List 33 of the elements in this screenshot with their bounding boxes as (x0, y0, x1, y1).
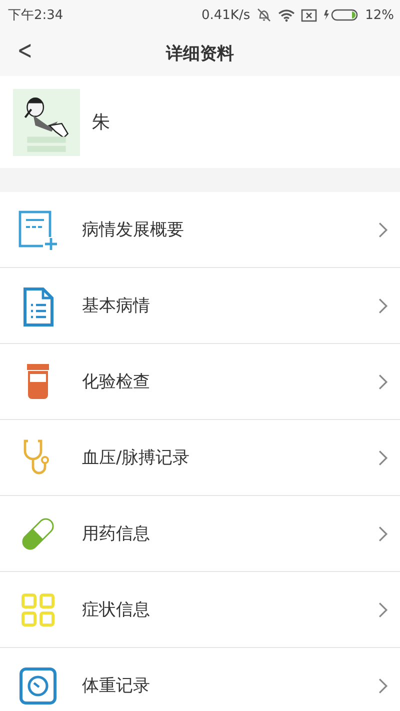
contact-name: 朱 (92, 111, 110, 134)
battery-level: 12% (365, 8, 394, 22)
menu-item[interactable]: 体重记录 (0, 648, 400, 711)
item-label: 体重记录 (82, 675, 151, 697)
item-label: 化验检查 (82, 371, 151, 393)
mute-icon (256, 8, 272, 22)
wifi-icon (278, 8, 296, 22)
chevron-icon (378, 374, 388, 390)
item-label: 用药信息 (82, 523, 151, 545)
menu-item[interactable]: 病情发展概要 (0, 192, 400, 268)
sim-icon (301, 8, 318, 22)
status-time: 下午2:34 (8, 7, 64, 24)
menu-item[interactable]: 症状信息 (0, 572, 400, 648)
back-button[interactable]: < (14, 36, 36, 66)
chevron-icon (378, 222, 388, 238)
chevron-icon (378, 450, 388, 466)
battery-icon (323, 9, 360, 21)
menu-item[interactable]: 用药信息 (0, 496, 400, 572)
menu-item[interactable]: 基本病情 (0, 268, 400, 344)
scale-icon (17, 664, 59, 706)
chevron-icon (378, 298, 388, 314)
item-label: 血压/脉搏记录 (82, 447, 191, 469)
page-title: 详细资料 (166, 42, 234, 64)
chevron-icon (378, 602, 388, 618)
network-speed: 0.41K/s (201, 8, 250, 22)
chevron-icon (378, 678, 388, 694)
item-label: 症状信息 (82, 599, 151, 621)
menu-item[interactable]: 化验检查 (0, 344, 400, 420)
note-plus-icon (17, 208, 59, 250)
item-label: 病情发展概要 (82, 219, 185, 241)
chevron-icon (378, 526, 388, 542)
menu-item[interactable]: 血压/脉搏记录 (0, 420, 400, 496)
item-label: 基本病情 (82, 295, 151, 317)
